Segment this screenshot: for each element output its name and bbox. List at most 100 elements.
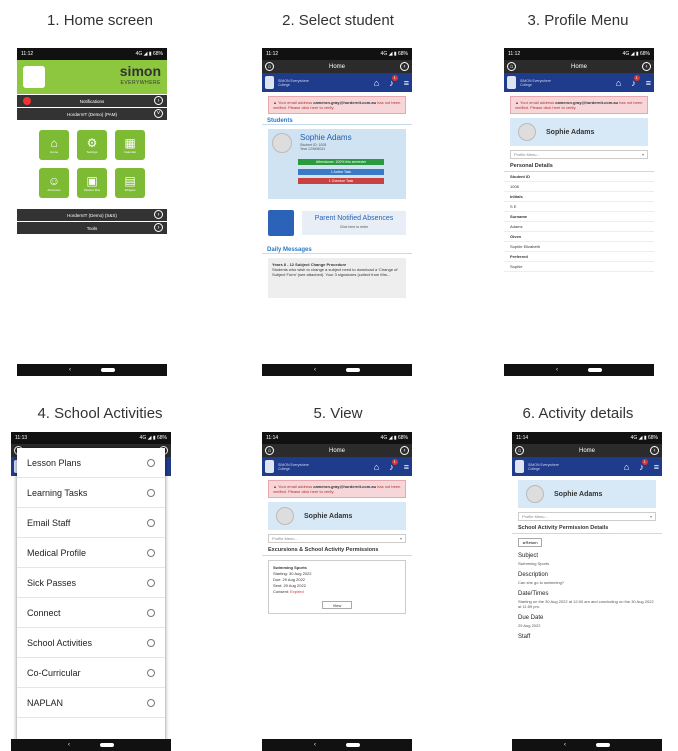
tile-settings[interactable]: ⚙ Settings	[77, 130, 107, 160]
home-pill-icon[interactable]	[588, 368, 602, 372]
home-icon[interactable]: ⌂	[374, 78, 379, 88]
phone-profile-menu: 11:12 4G ◢ ▮ 68% ⌂ Home ‹ SIMON Everywhere …	[504, 48, 654, 376]
student-card[interactable]: Sophie Adams Student ID: 1008 Year 12/N08…	[268, 129, 406, 199]
android-nav-bar: ‹	[17, 364, 167, 376]
tile-home[interactable]: ⌂ Home	[39, 130, 69, 160]
phone-activity-details: 11:14 4G ◢ ▮ 68% ⌂ Home ‹ SIMON Everywhere …	[512, 432, 662, 751]
back-icon[interactable]: ‹	[564, 742, 566, 748]
menu-item-naplan[interactable]: NAPLAN	[17, 688, 165, 718]
status-right: 4G ◢ ▮ 68%	[135, 51, 163, 57]
row-demo-pam[interactable]: HordernIT (Demo) (PAM) ˅	[17, 108, 167, 120]
menu-item-sick-passes[interactable]: Sick Passes	[17, 568, 165, 598]
absence-title: Parent Notified Absences	[314, 215, 394, 222]
tile-calendar[interactable]: ▦ Calendar	[115, 130, 145, 160]
school-crest-icon	[515, 460, 524, 473]
panel-title-1: 1. Home screen	[47, 12, 153, 29]
home-icon: ⌂	[50, 136, 58, 150]
email-warning[interactable]: ▲ Your email address cameron.gray@horder…	[510, 96, 648, 114]
row-notifications[interactable]: Notifications ›	[17, 95, 167, 107]
row-demo-ss[interactable]: HordernIT (Demo) (S&S) ›	[17, 209, 167, 221]
view-button[interactable]: View	[322, 601, 352, 609]
home-pill-icon[interactable]	[346, 368, 360, 372]
panel-title-2: 2. Select student	[282, 12, 394, 29]
due-date-value: 29 Aug 2022	[518, 623, 541, 628]
menu-item-co-curricular[interactable]: Co-Curricular	[17, 658, 165, 688]
menu-item-email-staff[interactable]: Email Staff	[17, 508, 165, 538]
hamburger-menu-icon[interactable]: ≡	[404, 462, 409, 472]
consent-status: Consent: Expired	[273, 589, 304, 594]
profile-card: Sophie Adams	[268, 502, 406, 530]
tile-absences[interactable]: ☺ Absences	[39, 168, 69, 198]
back-icon[interactable]: ‹	[68, 742, 70, 748]
menu-item-lesson-plans[interactable]: Lesson Plans	[17, 448, 165, 478]
home-pill-icon[interactable]	[346, 743, 360, 747]
home-circle-icon[interactable]: ⌂	[507, 62, 516, 71]
home-icon[interactable]: ⌂	[616, 78, 621, 88]
profile-menu-select[interactable]: Profile Menu...	[518, 512, 656, 521]
home-pill-icon[interactable]	[100, 743, 114, 747]
back-icon[interactable]: ‹	[314, 367, 316, 373]
bell-icon[interactable]: ♪ 1	[389, 74, 398, 88]
home-circle-icon[interactable]: ⌂	[265, 446, 274, 455]
overdue-task-button[interactable]: 1 Overdue Task	[298, 178, 384, 184]
field-label: Preferred	[504, 252, 654, 262]
panel-title-5: 5. View	[313, 405, 363, 422]
absence-link[interactable]: Parent Notified Absences Click here to en…	[268, 203, 406, 243]
field-label: Student ID	[504, 172, 654, 182]
email-warning[interactable]: ▲ Your email address cameron.gray@horder…	[268, 96, 406, 114]
app-bar: ⌂ Home ‹	[262, 444, 412, 457]
description-heading: Description	[518, 572, 549, 578]
home-pill-icon[interactable]	[101, 368, 115, 372]
back-circle-icon[interactable]: ‹	[399, 62, 409, 71]
radio-icon	[147, 608, 155, 617]
avatar	[526, 485, 544, 503]
home-icon[interactable]: ⌂	[624, 462, 629, 472]
avatar	[272, 133, 292, 153]
tile-widgets[interactable]: ▤ Widgets	[115, 168, 145, 198]
tile-bus[interactable]: ▣ Student Bus	[77, 168, 107, 198]
hamburger-menu-icon[interactable]: ≡	[646, 78, 651, 88]
school-bar: SIMON Everywhere College ⌂ ♪ 1 ≡	[512, 457, 662, 476]
back-icon[interactable]: ‹	[556, 367, 558, 373]
home-circle-icon[interactable]: ⌂	[515, 446, 524, 455]
menu-item-school-activities[interactable]: School Activities	[17, 628, 165, 658]
active-task-button[interactable]: 1 Active Task	[298, 169, 384, 175]
menu-item-connect[interactable]: Connect	[17, 598, 165, 628]
menu-item-learning-tasks[interactable]: Learning Tasks	[17, 478, 165, 508]
school-bar: SIMON Everywhere College ⌂ ♪ 1 ≡	[504, 73, 654, 92]
notification-dot-icon	[23, 97, 31, 105]
bell-icon[interactable]: ♪ 1	[631, 74, 640, 88]
menu-item-medical-profile[interactable]: Medical Profile	[17, 538, 165, 568]
back-circle-icon[interactable]: ‹	[649, 446, 659, 455]
school-bar: SIMON Everywhere College ⌂ ♪ 1 ≡	[262, 457, 412, 476]
phone-home: 11:12 4G ◢ ▮ 68% simon EVERYWHERE Notifica…	[17, 48, 167, 376]
bell-icon[interactable]: ♪ 1	[389, 458, 398, 472]
field-value: Sophie	[504, 262, 654, 272]
avatar	[518, 123, 536, 141]
row-tools[interactable]: Tools ›	[17, 222, 167, 234]
bell-icon[interactable]: ♪ 1	[639, 458, 648, 472]
back-circle-icon[interactable]: ‹	[641, 62, 651, 71]
home-circle-icon[interactable]: ⌂	[265, 62, 274, 71]
staff-heading: Staff	[518, 634, 531, 640]
back-icon[interactable]: ‹	[314, 742, 316, 748]
attendance-badge: Attendance: 100% this semester	[298, 159, 384, 165]
panel-title-4: 4. School Activities	[37, 405, 163, 422]
message-box[interactable]: Years 8 - 12 Subject Change Procedure Stu…	[268, 258, 406, 298]
profile-menu-select[interactable]: Profile Menu...	[268, 534, 406, 543]
home-icon[interactable]: ⌂	[374, 462, 379, 472]
email-warning[interactable]: ▲ Your email address cameron.gray@horder…	[268, 480, 406, 498]
profile-card: Sophie Adams	[518, 480, 656, 508]
hamburger-menu-icon[interactable]: ≡	[654, 462, 659, 472]
profile-menu-select[interactable]: Profile Menu...	[510, 150, 648, 159]
back-icon[interactable]: ‹	[69, 367, 71, 373]
back-circle-icon[interactable]: ‹	[399, 446, 409, 455]
radio-icon	[147, 638, 155, 647]
field-label: Surname	[504, 212, 654, 222]
app-bar: ⌂ Home ‹	[512, 444, 662, 457]
return-button[interactable]: ◂ Return	[518, 538, 542, 547]
radio-icon	[147, 518, 155, 527]
hamburger-menu-icon[interactable]: ≡	[404, 78, 409, 88]
home-pill-icon[interactable]	[596, 743, 610, 747]
status-bar: 11:12 4G ◢ ▮ 68%	[17, 48, 167, 60]
